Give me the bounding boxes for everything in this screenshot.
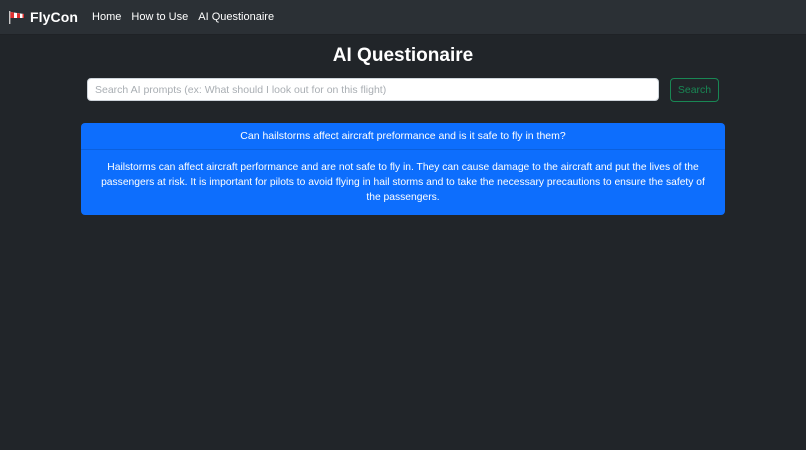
question-header: Can hailstorms affect aircraft preforman… — [81, 123, 725, 150]
page-title: AI Questionaire — [332, 45, 474, 66]
search-bar: Search — [87, 78, 719, 102]
search-button[interactable]: Search — [670, 78, 719, 102]
nav-how-to-use-link[interactable]: How to Use — [131, 11, 188, 23]
brand-link[interactable]: FlyCon — [8, 9, 78, 25]
answer-card: Can hailstorms affect aircraft preforman… — [81, 123, 725, 215]
brand-name: FlyCon — [30, 9, 79, 25]
nav-home-link[interactable]: Home — [92, 11, 121, 23]
answer-text: Hailstorms can affect aircraft performan… — [101, 162, 705, 203]
windsock-icon — [9, 11, 24, 24]
top-navbar: FlyCon Home How to Use AI Questionaire — [0, 0, 806, 35]
nav-ai-questionaire-link[interactable]: AI Questionaire — [198, 11, 274, 23]
search-input[interactable] — [87, 78, 659, 101]
